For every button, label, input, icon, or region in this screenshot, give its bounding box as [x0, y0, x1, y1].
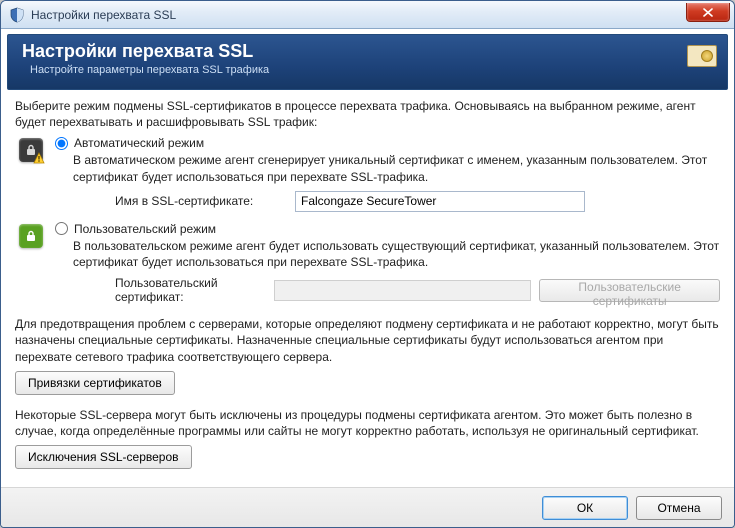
user-cert-browse-button: Пользовательские сертификаты	[539, 279, 720, 302]
user-mode-description: В пользовательском режиме агент будет ис…	[73, 238, 720, 270]
close-button[interactable]	[686, 3, 730, 22]
ok-button[interactable]: ОК	[542, 496, 628, 520]
cert-name-row: Имя в SSL-сертификате:	[115, 191, 720, 212]
automatic-mode-radio[interactable]	[55, 137, 68, 150]
content-area: Выберите режим подмены SSL-сертификатов …	[1, 90, 734, 487]
user-cert-row: Пользовательский сертификат: Пользовател…	[115, 276, 720, 304]
user-cert-label: Пользовательский сертификат:	[115, 276, 274, 304]
header-title: Настройки перехвата SSL	[22, 41, 715, 62]
close-icon	[703, 8, 713, 17]
lock-warning-icon	[19, 138, 43, 162]
titlebar: Настройки перехвата SSL	[1, 1, 734, 29]
shield-icon	[9, 7, 25, 23]
bindings-paragraph: Для предотвращения проблем с серверами, …	[15, 316, 720, 365]
automatic-mode-radio-row[interactable]: Автоматический режим	[55, 136, 720, 150]
cancel-button[interactable]: Отмена	[636, 496, 722, 520]
automatic-mode-description: В автоматическом режиме агент сгенерируе…	[73, 152, 720, 184]
exclusions-paragraph: Некоторые SSL-сервера могут быть исключе…	[15, 407, 720, 439]
automatic-mode-block: Автоматический режим В автоматическом ре…	[15, 136, 720, 217]
ssl-exclusions-button[interactable]: Исключения SSL-серверов	[15, 445, 192, 469]
user-cert-input	[274, 280, 531, 301]
lock-ok-icon	[19, 224, 43, 248]
cert-name-input[interactable]	[295, 191, 585, 212]
user-mode-label: Пользовательский режим	[74, 222, 216, 236]
user-mode-block: Пользовательский режим В пользовательско…	[15, 222, 720, 310]
window-title: Настройки перехвата SSL	[31, 8, 686, 22]
header-banner: Настройки перехвата SSL Настройте параме…	[7, 34, 728, 90]
certificate-bindings-button[interactable]: Привязки сертификатов	[15, 371, 175, 395]
user-mode-radio-row[interactable]: Пользовательский режим	[55, 222, 720, 236]
dialog-footer: ОК Отмена	[1, 487, 734, 527]
certificate-icon	[687, 45, 717, 67]
dialog-window: Настройки перехвата SSL Настройки перехв…	[0, 0, 735, 528]
cert-name-label: Имя в SSL-сертификате:	[115, 194, 295, 208]
automatic-mode-label: Автоматический режим	[74, 136, 204, 150]
intro-text: Выберите режим подмены SSL-сертификатов …	[15, 98, 720, 130]
user-mode-radio[interactable]	[55, 222, 68, 235]
header-subtitle: Настройте параметры перехвата SSL трафик…	[22, 64, 715, 76]
